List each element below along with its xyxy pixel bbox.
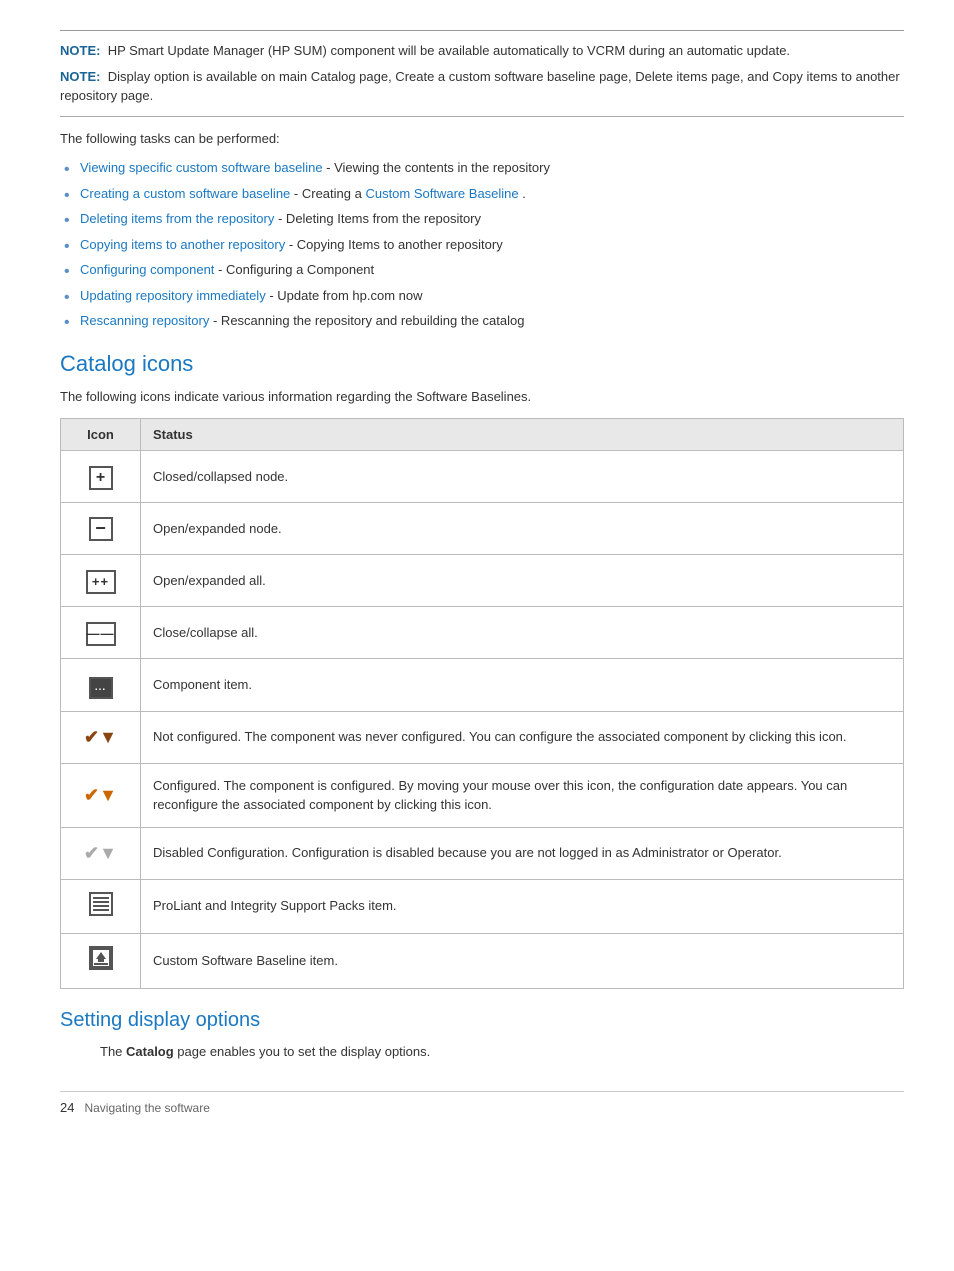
separator-1 [60,116,904,117]
list-item: Creating a custom software baseline - Cr… [80,184,904,204]
catalog-icons-intro: The following icons indicate various inf… [60,387,904,407]
icon-table: Icon Status + Closed/collapsed node. − O… [60,418,904,989]
task-text-1: - Viewing the contents in the repository [326,160,550,175]
note-1: NOTE: HP Smart Update Manager (HP SUM) c… [60,41,904,61]
component-icon [89,677,113,699]
status-cell-7: Configured. The component is configured.… [141,763,904,827]
note-text-2: Display option is available on main Cata… [60,69,900,104]
table-header-icon: Icon [61,419,141,451]
table-row: Component item. [61,659,904,712]
deleting-link[interactable]: Deleting items from the repository [80,211,274,226]
wrench-gray-icon: ✔▼ [84,843,117,863]
note-label-1: NOTE: [60,43,100,58]
task-list: Viewing specific custom software baselin… [60,158,904,331]
table-row: —— Close/collapse all. [61,607,904,659]
table-row: ++ Open/expanded all. [61,555,904,607]
task-text-4: - Copying Items to another repository [289,237,503,252]
icon-cell-upload [61,933,141,988]
setting-text-after: page enables you to set the display opti… [174,1044,431,1059]
status-cell-2: Open/expanded node. [141,503,904,555]
intro-text: The following tasks can be performed: [60,129,904,149]
list-item: Configuring component - Configuring a Co… [80,260,904,280]
lines-icon [89,892,113,916]
table-row: + Closed/collapsed node. [61,451,904,503]
wrench-orange-icon: ✔▼ [84,785,117,805]
table-row: Custom Software Baseline item. [61,933,904,988]
task-text-2: - Creating a [294,186,366,201]
upload-icon [89,946,113,970]
notes-block: NOTE: HP Smart Update Manager (HP SUM) c… [60,30,904,106]
list-item: Viewing specific custom software baselin… [80,158,904,178]
setting-text-before: The [100,1044,126,1059]
list-item: Updating repository immediately - Update… [80,286,904,306]
list-item: Rescanning repository - Rescanning the r… [80,311,904,331]
status-cell-5: Component item. [141,659,904,712]
setting-display-title: Setting display options [60,1009,904,1032]
footer-text: Navigating the software [84,1101,209,1115]
double-minus-icon: —— [86,622,116,646]
table-row: ✔▼ Disabled Configuration. Configuration… [61,827,904,879]
custom-software-baseline-link[interactable]: Custom Software Baseline [365,186,518,201]
task-text-7: - Rescanning the repository and rebuildi… [213,313,524,328]
task-text-3: - Deleting Items from the repository [278,211,481,226]
status-cell-6: Not configured. The component was never … [141,711,904,763]
task-text-6: - Update from hp.com now [269,288,422,303]
list-item: Copying items to another repository - Co… [80,235,904,255]
status-cell-4: Close/collapse all. [141,607,904,659]
icon-cell-plus: + [61,451,141,503]
rescanning-link[interactable]: Rescanning repository [80,313,209,328]
plus-box-icon: + [89,466,113,490]
double-plus-icon: ++ [86,570,116,594]
table-header-status: Status [141,419,904,451]
note-text-1: HP Smart Update Manager (HP SUM) compone… [108,43,790,58]
viewing-link[interactable]: Viewing specific custom software baselin… [80,160,323,175]
icon-cell-wrench-brown: ✔▼ [61,711,141,763]
status-cell-10: Custom Software Baseline item. [141,933,904,988]
configuring-link[interactable]: Configuring component [80,262,214,277]
icon-cell-wrench-orange: ✔▼ [61,763,141,827]
minus-box-icon: − [89,517,113,541]
catalog-icons-title: Catalog icons [60,351,904,377]
table-row: − Open/expanded node. [61,503,904,555]
page-number: 24 [60,1100,74,1115]
table-row: ✔▼ Configured. The component is configur… [61,763,904,827]
list-item: Deleting items from the repository - Del… [80,209,904,229]
status-cell-3: Open/expanded all. [141,555,904,607]
icon-cell-component [61,659,141,712]
icon-cell-double-minus: —— [61,607,141,659]
task-text-5: - Configuring a Component [218,262,374,277]
status-cell-1: Closed/collapsed node. [141,451,904,503]
icon-cell-double-plus: ++ [61,555,141,607]
table-row: ✔▼ Not configured. The component was nev… [61,711,904,763]
setting-bold-word: Catalog [126,1044,174,1059]
icon-cell-wrench-gray: ✔▼ [61,827,141,879]
wrench-brown-icon: ✔▼ [84,727,117,747]
note-2: NOTE: Display option is available on mai… [60,67,904,106]
copying-link[interactable]: Copying items to another repository [80,237,285,252]
task-text-2b: . [522,186,526,201]
icon-cell-lines [61,879,141,933]
updating-link[interactable]: Updating repository immediately [80,288,266,303]
setting-text: The Catalog page enables you to set the … [60,1042,904,1062]
footer: 24 Navigating the software [60,1091,904,1115]
creating-link[interactable]: Creating a custom software baseline [80,186,290,201]
table-row: ProLiant and Integrity Support Packs ite… [61,879,904,933]
status-cell-8: Disabled Configuration. Configuration is… [141,827,904,879]
note-label-2: NOTE: [60,69,100,84]
icon-cell-minus: − [61,503,141,555]
status-cell-9: ProLiant and Integrity Support Packs ite… [141,879,904,933]
